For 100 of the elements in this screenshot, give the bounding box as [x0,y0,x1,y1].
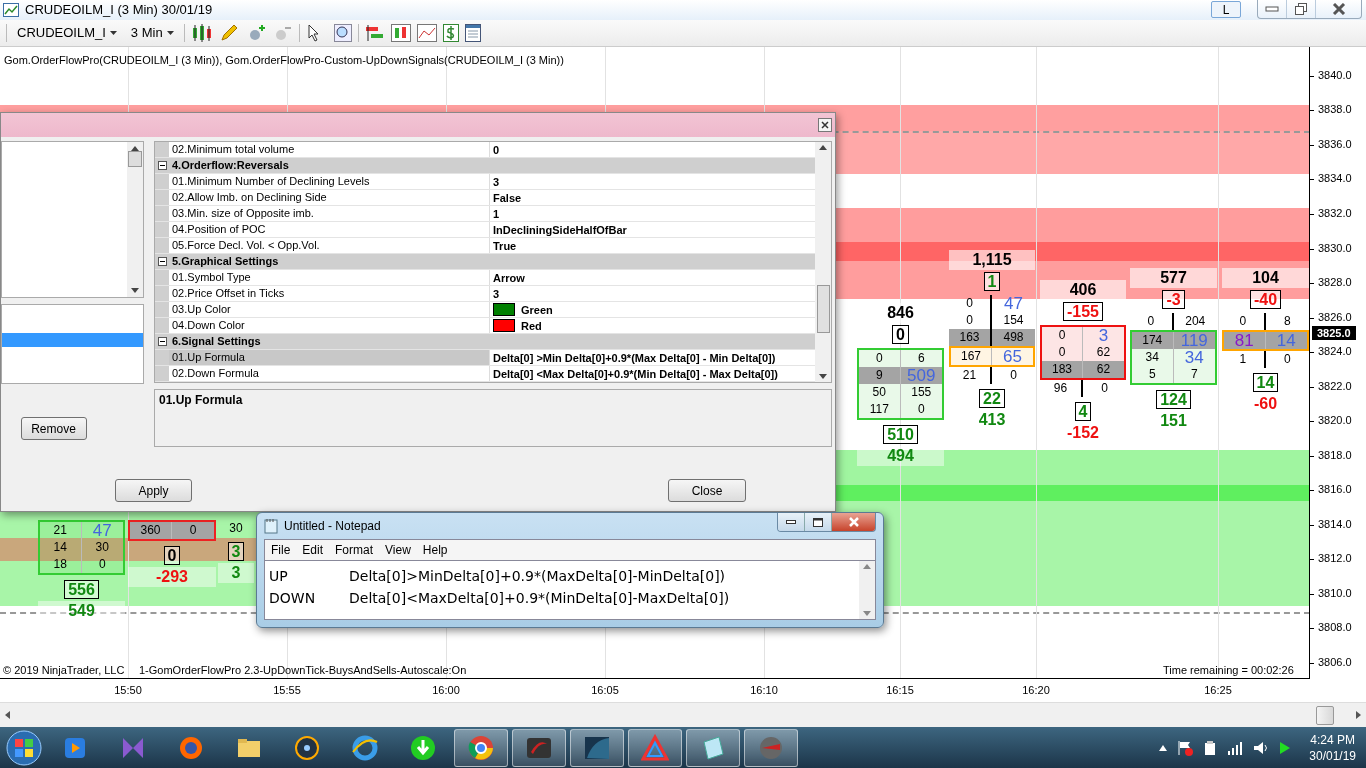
collapse-icon[interactable] [157,257,167,266]
time-label: 16:10 [750,684,778,697]
layout-button[interactable]: L [1211,1,1241,19]
property-name[interactable]: 02.Minimum total volume [169,142,490,157]
device-icon[interactable] [1203,739,1218,756]
property-value[interactable]: 3 [493,175,500,188]
close-icon[interactable] [1331,3,1346,15]
interval-dropdown[interactable]: 3 Min [126,25,178,41]
property-value[interactable]: 3 [493,287,500,300]
disc-icon[interactable] [293,733,321,762]
triangle-icon[interactable] [641,733,669,762]
volume-cell: 0 [949,294,992,312]
properties-icon[interactable] [464,23,481,42]
volume-cell-text: 155 [910,383,933,401]
menu-item[interactable]: Edit [296,543,330,557]
volume-cell: 5 [1132,365,1174,383]
browser-icon[interactable] [467,733,495,762]
maximize-icon[interactable] [813,517,823,527]
scroll-up-icon[interactable] [819,145,827,150]
volume-cell: 0 [859,349,901,367]
scroll-thumb[interactable] [816,285,830,333]
property-name[interactable]: 02.Down Formula [169,366,490,381]
property-name[interactable]: 04.Down Color [169,318,490,333]
delta-box: 124 [1156,389,1191,409]
property-name[interactable]: 01.Symbol Type [169,270,490,285]
restore-icon[interactable] [1295,3,1307,15]
close-icon[interactable] [818,118,832,132]
bars-icon[interactable] [390,23,411,42]
candlestick-icon[interactable] [190,23,213,42]
property-name[interactable]: 02.Price Offset in Ticks [169,286,490,301]
property-value[interactable]: Delta[0] >Min Delta[0]+0.9*(Max Delta[0] - Min Delta[0]) [493,351,776,364]
property-name[interactable]: 03.Up Color [169,302,490,317]
play-icon[interactable] [1279,740,1292,755]
property-value[interactable]: Red [521,319,542,332]
property-value[interactable]: Delta[0] <Max Delta[0]+0.9*(Min Delta[0] - Max Delta[0]) [493,367,778,380]
scroll-thumb[interactable] [128,151,142,167]
price-label: 3826.0 [1318,310,1352,323]
scroll-down-icon[interactable] [131,288,139,293]
time-remaining: Time remaining = 00:02:26 [1163,663,1294,676]
instrument-dropdown[interactable]: CRUDEOILM_I [13,25,121,41]
dollar-icon[interactable] [442,23,459,42]
property-name[interactable]: 03.Min. size of Opposite imb. [169,206,490,221]
line-chart-icon[interactable] [416,23,437,42]
clock-time: 4:24 PM [1310,731,1355,748]
property-value[interactable]: 0 [493,143,500,156]
volume-cell: 117 [859,400,901,418]
property-value[interactable]: Green [521,303,553,316]
browser-e-icon[interactable] [351,733,379,762]
strategy-icon[interactable] [364,23,385,42]
property-value[interactable]: Arrow [493,271,525,284]
remove-button[interactable]: Remove [20,417,87,440]
volume-cell: 62 [1083,360,1124,378]
volume-cell-text: 30 [228,519,244,537]
price-label: 3836.0 [1318,137,1352,150]
cumulative-label: 3 [218,562,254,583]
property-name[interactable]: 04.Position of POC [169,222,490,237]
property-value[interactable]: InDecliningSideHalfOfBar [493,223,627,236]
minimize-icon[interactable] [786,520,796,524]
volume-cell: 14 [40,538,82,556]
indicator-label: Gom.OrderFlowPro(CRUDEOILM_I (3 Min)), Gom.OrderFlowPro-Custom-UpDownSignals(CRUDEOILM_I (3 Min)) [4,53,564,66]
start-icon[interactable] [4,728,44,767]
volume-cell: 183 [1042,360,1083,378]
signal-icon[interactable] [1227,740,1244,755]
volume-cell-text: 0 [1100,379,1109,397]
flag-icon[interactable] [1177,739,1194,756]
property-value[interactable]: False [493,191,522,204]
property-value[interactable]: 1 [493,207,500,220]
collapse-icon[interactable] [157,161,167,170]
menu-item[interactable]: Format [329,543,380,557]
volume-cell: 0 [1130,312,1174,330]
apply-button[interactable]: Apply [115,479,192,502]
volume-cell-text: 154 [1002,311,1025,329]
line-label: DOWN [269,590,317,606]
collapse-icon[interactable] [157,337,167,346]
delta-box: 14 [1252,372,1279,392]
property-name[interactable]: 01.Minimum Number of Declining Levels [169,174,490,189]
speaker-icon[interactable] [1253,740,1270,755]
show-hidden-icon[interactable] [1159,744,1168,751]
menu-item[interactable]: File [265,543,297,557]
scroll-down-icon[interactable] [819,374,827,379]
close-button[interactable]: Close [668,479,746,502]
zoom-icon[interactable] [333,23,352,42]
price-label: 3834.0 [1318,172,1352,185]
menu-item[interactable]: Help [416,543,454,557]
price-label: 3814.0 [1318,517,1352,530]
volume-cell: 163 [949,328,992,346]
property-name[interactable]: 01.Up Formula [169,350,490,365]
menu-item[interactable]: View [379,543,417,557]
volume-cell-text: 8 [1282,312,1292,330]
property-name[interactable]: 05.Force Decl. Vol. < Opp.Vol. [169,238,490,253]
clock[interactable]: 4:24 PM 30/01/19 [1309,731,1356,764]
property-value[interactable]: True [493,239,517,252]
time-label: 16:25 [1204,684,1232,697]
download-icon[interactable] [409,733,437,762]
property-name[interactable]: 02.Allow Imb. on Declining Side [169,190,490,205]
delta-box: -3 [1162,289,1185,309]
volume-cell: 50 [859,383,901,401]
volume-cell-text: 47 [1003,294,1024,312]
scroll-thumb[interactable] [1316,706,1334,726]
volume-cell-text: 47 [91,521,113,539]
